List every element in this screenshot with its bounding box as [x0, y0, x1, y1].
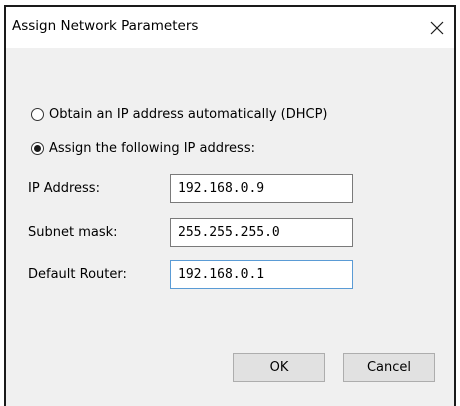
dhcp-radio[interactable] — [31, 108, 44, 121]
radio-selected-dot — [34, 145, 41, 152]
subnet-mask-input[interactable] — [170, 218, 353, 247]
default-router-label: Default Router: — [28, 267, 127, 282]
ip-address-label: IP Address: — [28, 181, 100, 196]
dhcp-label: Obtain an IP address automatically (DHCP… — [49, 107, 328, 122]
cancel-button[interactable]: Cancel — [343, 353, 435, 382]
close-button[interactable] — [420, 7, 454, 48]
title-bar[interactable]: Assign Network Parameters — [6, 7, 454, 48]
ip-address-input[interactable] — [170, 174, 353, 203]
close-icon — [430, 21, 444, 34]
dhcp-option[interactable]: Obtain an IP address automatically (DHCP… — [31, 107, 327, 122]
ok-button[interactable]: OK — [233, 353, 325, 382]
static-ip-radio[interactable] — [31, 142, 44, 155]
default-router-input[interactable] — [170, 260, 353, 289]
assign-network-parameters-dialog: Assign Network Parameters Obtain an IP a… — [4, 5, 456, 406]
static-ip-option[interactable]: Assign the following IP address: — [31, 141, 255, 156]
dialog-title: Assign Network Parameters — [12, 18, 199, 34]
subnet-mask-label: Subnet mask: — [28, 225, 118, 240]
static-ip-label: Assign the following IP address: — [49, 141, 255, 156]
